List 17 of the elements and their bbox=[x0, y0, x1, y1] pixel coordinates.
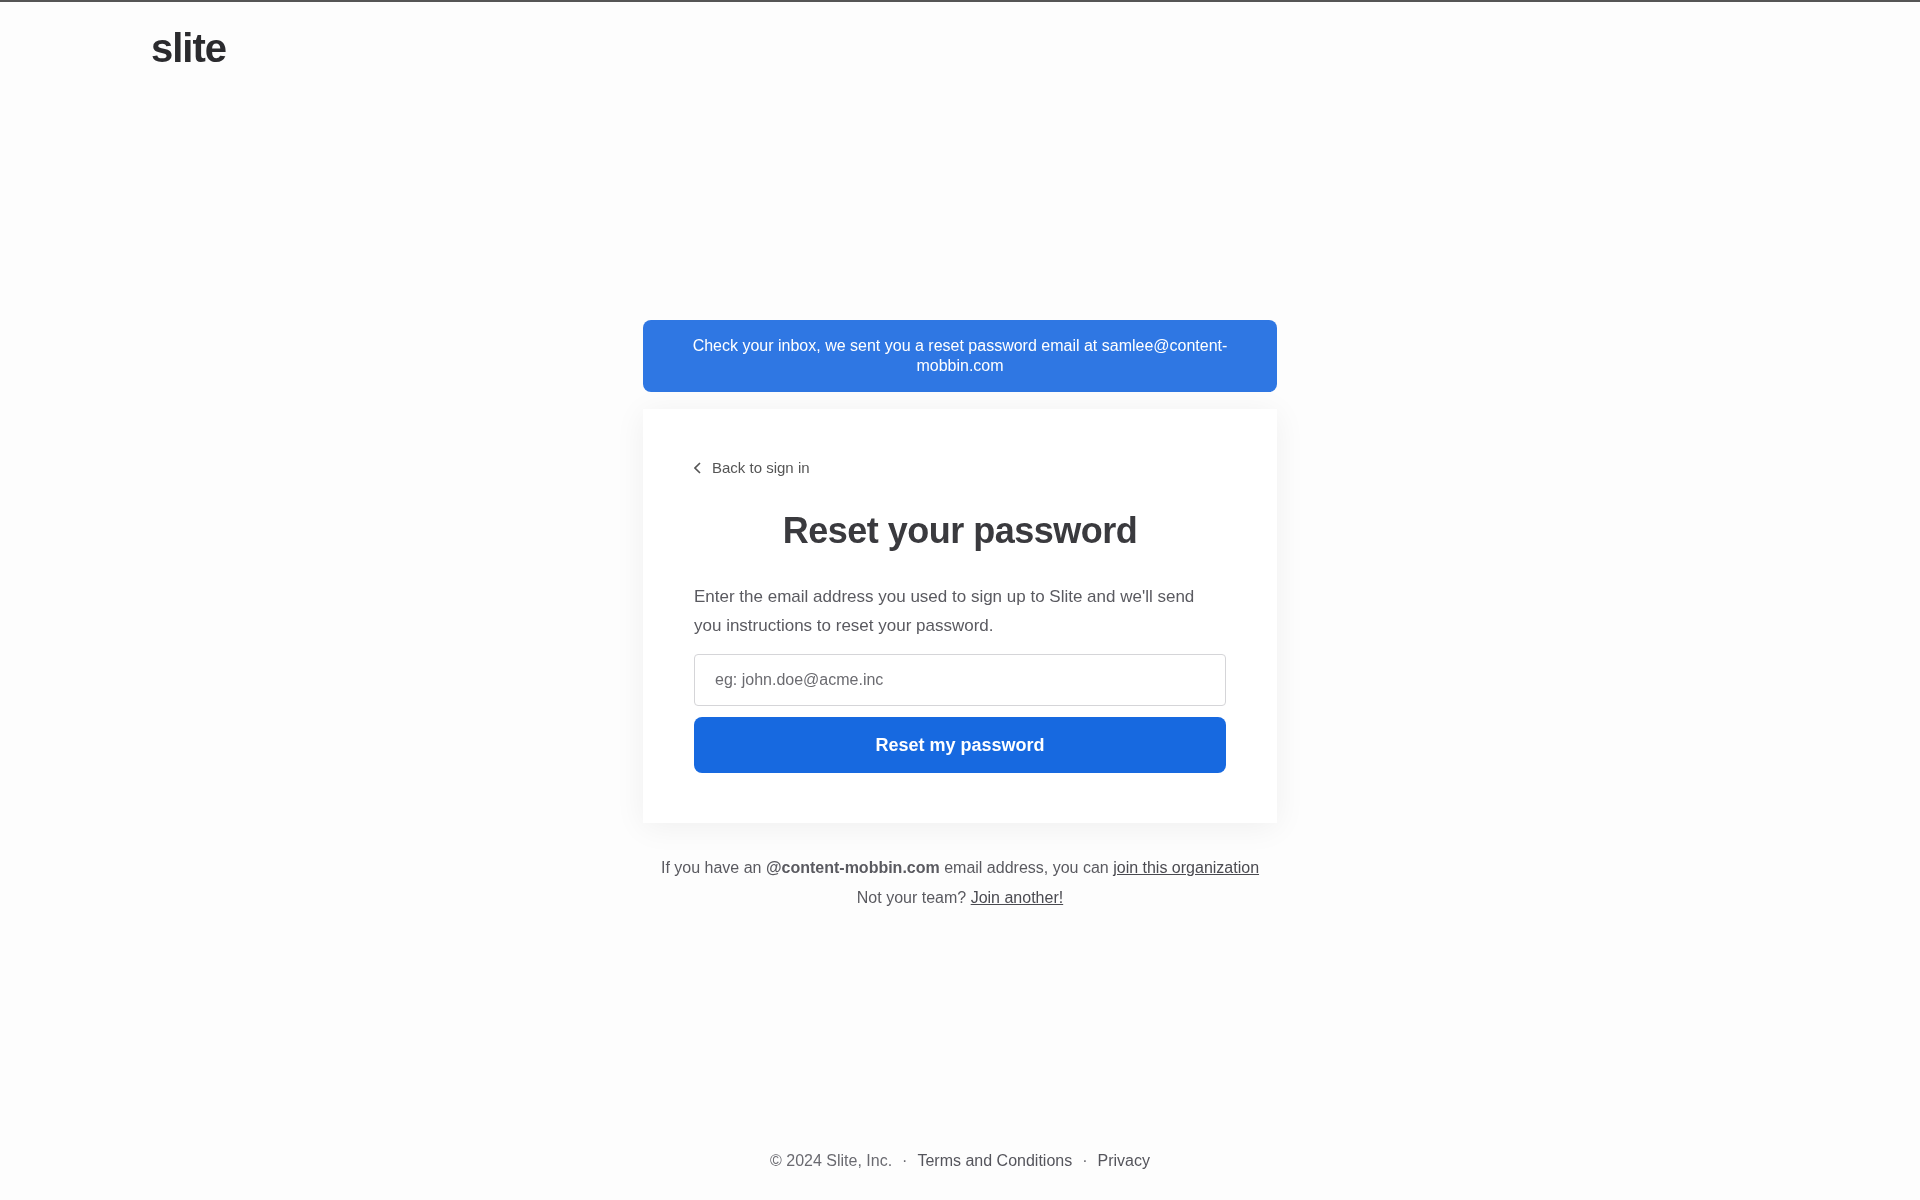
join-organization-link[interactable]: join this organization bbox=[1113, 859, 1260, 876]
copyright: © 2024 Slite, Inc. bbox=[770, 1152, 893, 1170]
separator: · bbox=[1082, 1152, 1088, 1170]
page-title: Reset your password bbox=[781, 510, 1139, 552]
other-team-note: Not your team? Join another! bbox=[856, 888, 1064, 908]
reset-password-button[interactable]: Reset my password bbox=[694, 717, 1226, 773]
footer-link[interactable]: Privacy bbox=[1097, 1152, 1150, 1170]
logo: slite bbox=[151, 26, 227, 71]
description: Enter the email address you used to sign up to Slite and we'll send you instructions to reset your password. bbox=[694, 586, 1196, 637]
back-link[interactable]: Back to sign in bbox=[694, 459, 810, 476]
footer-link[interactable]: Terms and Conditions bbox=[917, 1152, 1073, 1170]
separator: · bbox=[902, 1152, 908, 1170]
chevron-left-icon bbox=[694, 461, 702, 474]
join-note: If you have an @content-mobbin.com email address, you can join this organization bbox=[660, 858, 1260, 878]
notification-banner: Check your inbox, we sent you a reset password email at samlee@content-mobbin.com bbox=[643, 320, 1277, 392]
join-another-link[interactable]: Join another! bbox=[970, 889, 1064, 906]
email-field[interactable]: eg: john.doe@acme.inc bbox=[694, 654, 1226, 706]
